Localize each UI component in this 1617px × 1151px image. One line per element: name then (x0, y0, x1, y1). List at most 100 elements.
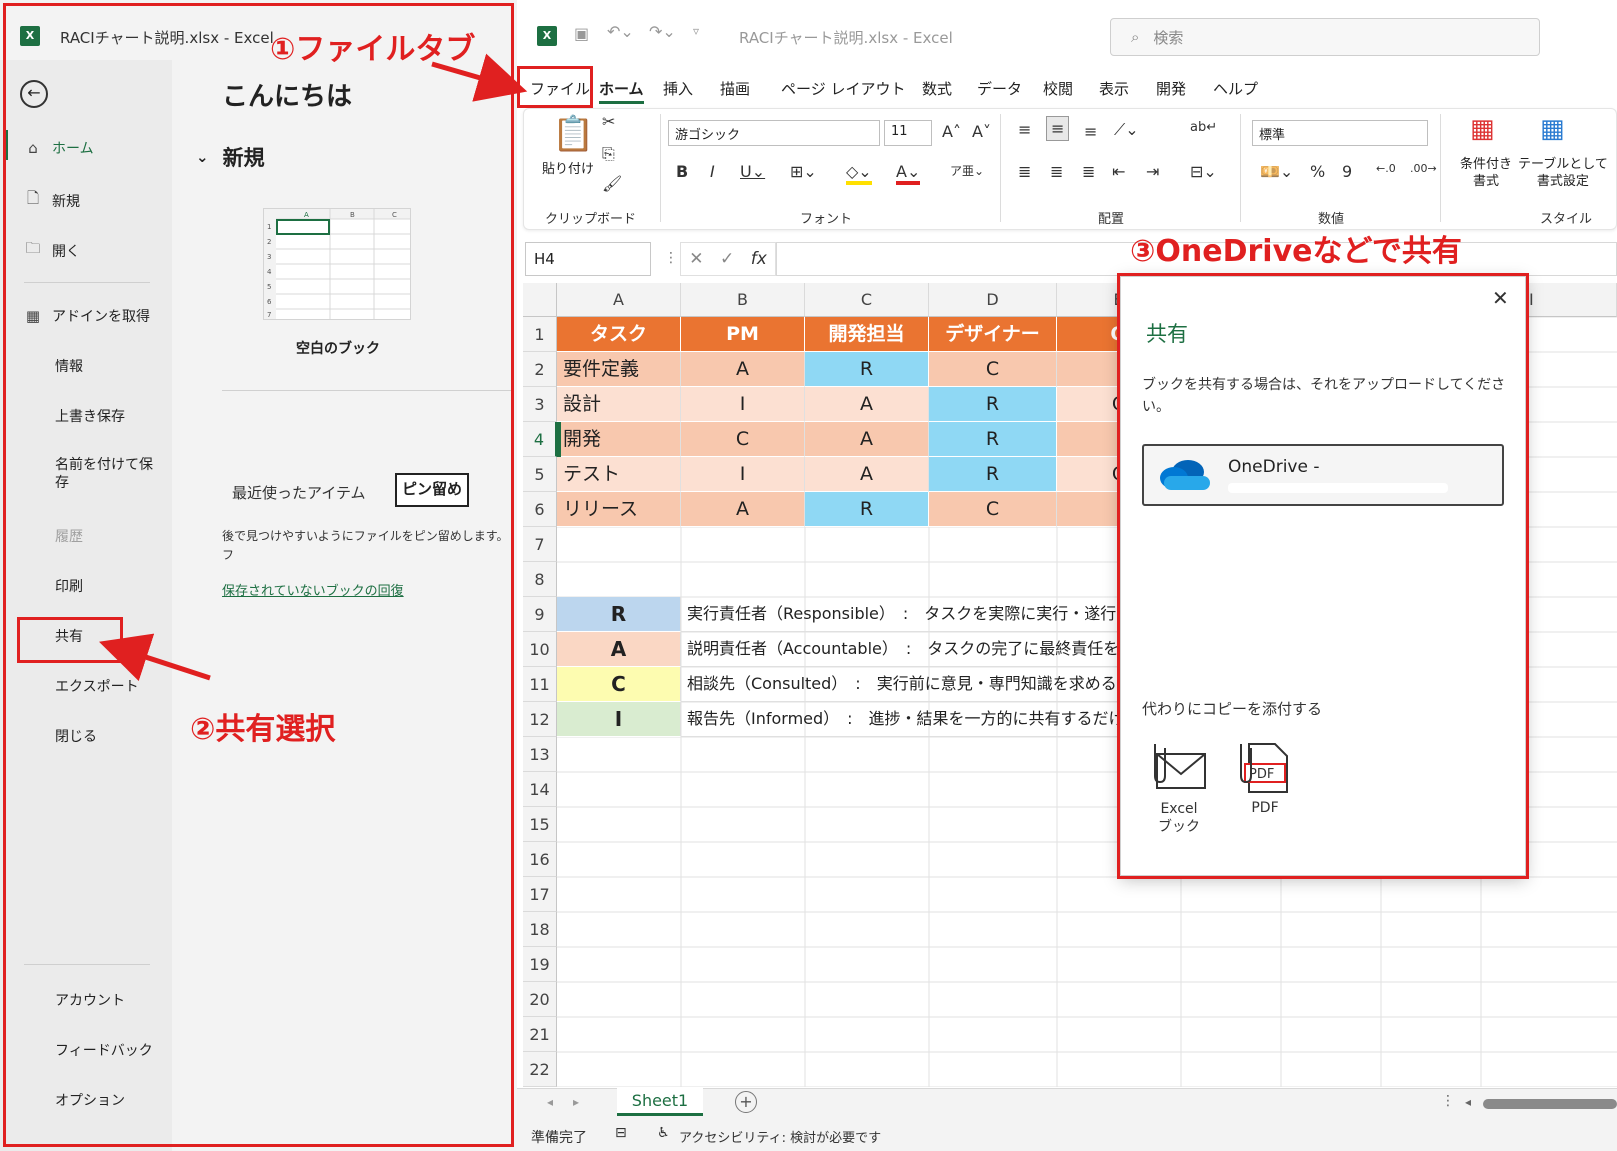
wrap-text-icon[interactable]: ab↵ (1190, 120, 1217, 135)
table-cell[interactable]: リリース (557, 492, 681, 527)
comma-icon[interactable]: 9 (1342, 162, 1352, 181)
decrease-indent-icon[interactable]: ⇤ (1112, 162, 1125, 181)
legend-desc-cell[interactable]: 報告先（Informed） : 進捗・結果を一方的に共有するだけ (681, 702, 1181, 737)
orientation-icon[interactable]: ⟋⌄ (1114, 120, 1139, 140)
tab-page-layout[interactable]: ページ レイアウト (781, 78, 905, 99)
copy-icon[interactable]: ⎘ (602, 144, 615, 164)
row-header[interactable]: 17 (523, 877, 557, 912)
legend-key-cell[interactable]: C (557, 667, 681, 702)
tab-view[interactable]: 表示 (1099, 78, 1129, 99)
row-header[interactable]: 10 (523, 632, 557, 667)
row-header[interactable]: 21 (523, 1017, 557, 1052)
search-box[interactable]: ⌕ 検索 (1110, 18, 1540, 56)
macro-record-icon[interactable]: ⊟ (615, 1125, 627, 1141)
add-sheet-icon[interactable]: + (735, 1091, 757, 1113)
table-cell[interactable]: R (805, 352, 929, 387)
number-format-select[interactable]: 標準 (1252, 120, 1428, 146)
percent-icon[interactable]: % (1310, 162, 1325, 181)
table-cell[interactable]: A (805, 387, 929, 422)
row-header[interactable]: 18 (523, 912, 557, 947)
merge-center-icon[interactable]: ⊟⌄ (1190, 162, 1217, 181)
row-header[interactable]: 13 (523, 737, 557, 772)
table-header-cell[interactable]: 開発担当 (805, 317, 929, 352)
table-cell[interactable]: C (929, 352, 1057, 387)
row-header[interactable]: 7 (523, 527, 557, 562)
row-header[interactable]: 4 (523, 422, 557, 457)
increase-indent-icon[interactable]: ⇥ (1146, 162, 1159, 181)
row-header[interactable]: 20 (523, 982, 557, 1017)
column-header-a[interactable]: A (557, 283, 681, 317)
table-cell[interactable]: C (929, 492, 1057, 527)
table-cell[interactable]: I (681, 387, 805, 422)
format-as-table-label[interactable]: テーブルとして 書式設定 (1518, 156, 1608, 190)
tab-draw[interactable]: 描画 (720, 78, 750, 99)
align-top-icon[interactable]: ≡ (1018, 120, 1031, 139)
namebox-menu-icon[interactable]: ⋮ (664, 250, 678, 266)
row-header[interactable]: 1 (523, 317, 557, 352)
sheet-prev-icon[interactable]: ◂ (547, 1095, 553, 1109)
legend-key-cell[interactable]: R (557, 597, 681, 632)
align-center-icon[interactable]: ≣ (1050, 162, 1063, 181)
undo-icon[interactable]: ↶⌄ (607, 22, 634, 41)
font-size-select[interactable]: 11 (884, 120, 932, 146)
redo-icon[interactable]: ↷⌄ (649, 22, 676, 41)
tab-home[interactable]: ホーム (599, 78, 644, 104)
table-cell[interactable]: R (929, 387, 1057, 422)
format-painter-icon[interactable]: 🖌 (602, 174, 622, 193)
more-options-icon[interactable]: ⋮ (1441, 1093, 1455, 1109)
cancel-icon[interactable]: ✕ (689, 249, 703, 269)
currency-icon[interactable]: 💴⌄ (1260, 162, 1293, 181)
row-header[interactable]: 12 (523, 702, 557, 737)
row-header[interactable]: 5 (523, 457, 557, 492)
name-box[interactable]: H4 (525, 242, 651, 276)
accessibility-icon[interactable]: ♿ (657, 1125, 670, 1141)
column-header-d[interactable]: D (929, 283, 1057, 317)
scroll-left-icon[interactable]: ◂ (1465, 1095, 1471, 1109)
conditional-format-icon[interactable]: ▦ (1470, 114, 1495, 144)
table-cell[interactable]: A (805, 422, 929, 457)
table-cell[interactable]: A (805, 457, 929, 492)
table-cell[interactable]: 設計 (557, 387, 681, 422)
enter-check-icon[interactable]: ✓ (720, 249, 734, 269)
cut-icon[interactable]: ✂ (602, 112, 615, 131)
increase-font-icon[interactable]: A˄ (942, 122, 961, 141)
table-header-cell[interactable]: デザイナー (929, 317, 1057, 352)
status-accessibility[interactable]: アクセシビリティ: 検討が必要です (679, 1127, 881, 1146)
table-cell[interactable]: R (929, 422, 1057, 457)
table-cell[interactable]: R (929, 457, 1057, 492)
align-middle-icon[interactable]: ≡ (1046, 116, 1070, 141)
save-icon[interactable]: ▣ (574, 24, 589, 43)
table-cell[interactable]: 要件定義 (557, 352, 681, 387)
border-icon[interactable]: ⊞⌄ (790, 162, 817, 181)
tab-review[interactable]: 校閲 (1043, 78, 1073, 99)
column-header-c[interactable]: C (805, 283, 929, 317)
legend-key-cell[interactable]: A (557, 632, 681, 667)
row-header[interactable]: 19 (523, 947, 557, 982)
table-cell[interactable]: R (805, 492, 929, 527)
row-header[interactable]: 22 (523, 1052, 557, 1087)
table-cell[interactable]: C (681, 422, 805, 457)
fill-color-icon[interactable]: ◇⌄ (846, 162, 872, 185)
horizontal-scrollbar[interactable] (1483, 1099, 1617, 1109)
tab-developer[interactable]: 開発 (1156, 78, 1186, 99)
paste-label[interactable]: 貼り付け (542, 158, 594, 177)
row-header[interactable]: 2 (523, 352, 557, 387)
font-color-icon[interactable]: A⌄ (896, 162, 921, 185)
decrease-font-icon[interactable]: A˅ (972, 122, 991, 141)
table-header-cell[interactable]: タスク (557, 317, 681, 352)
row-header[interactable]: 15 (523, 807, 557, 842)
underline-icon[interactable]: U⌄ (740, 162, 765, 181)
align-bottom-icon[interactable]: ≡ (1084, 122, 1097, 141)
align-left-icon[interactable]: ≣ (1018, 162, 1031, 181)
conditional-format-label[interactable]: 条件付き 書式 (1460, 156, 1512, 190)
legend-desc-cell[interactable]: 説明責任者（Accountable） : タスクの完了に最終責任を (681, 632, 1181, 667)
table-cell[interactable]: 開発 (557, 422, 681, 457)
sheet-tab-sheet1[interactable]: Sheet1 (617, 1088, 703, 1116)
decrease-decimal-icon[interactable]: .00→ (1410, 162, 1437, 175)
bold-icon[interactable]: B (676, 162, 688, 181)
column-header-b[interactable]: B (681, 283, 805, 317)
legend-key-cell[interactable]: I (557, 702, 681, 737)
customize-qat-icon[interactable]: ▿ (693, 24, 699, 38)
row-header[interactable]: 9 (523, 597, 557, 632)
tab-data[interactable]: データ (977, 78, 1022, 99)
